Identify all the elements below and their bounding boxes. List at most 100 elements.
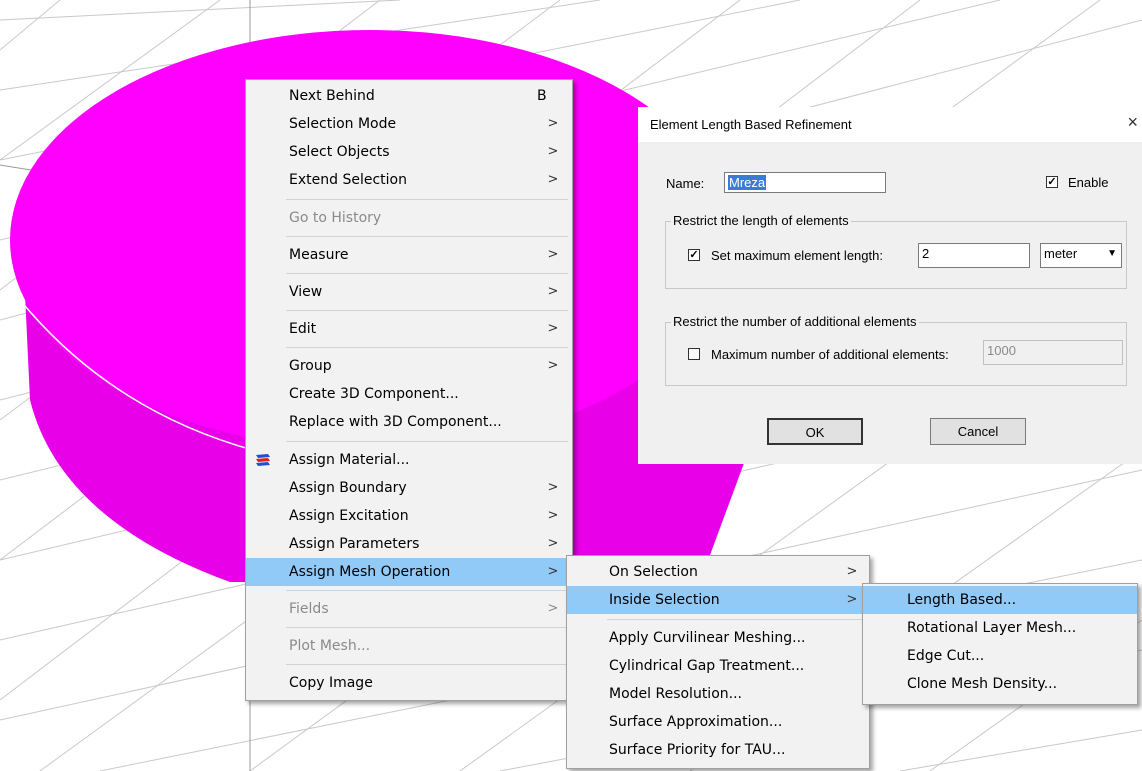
cancel-button[interactable]: Cancel xyxy=(930,418,1026,445)
ok-button[interactable]: OK xyxy=(767,418,863,445)
menu-item-accelerator: B xyxy=(537,88,547,104)
max-number-input[interactable]: 1000 xyxy=(983,340,1123,365)
menu-separator xyxy=(286,199,568,200)
menu-separator xyxy=(286,627,568,628)
dialog-title-bar: Element Length Based Refinement × xyxy=(638,107,1142,142)
menu-item-label: View xyxy=(289,284,323,300)
menu-item-clone-mesh-density[interactable]: Clone Mesh Density... xyxy=(863,670,1137,698)
menu-item-model-resolution[interactable]: Model Resolution... xyxy=(567,680,869,708)
menu-item-label: Fields xyxy=(289,601,329,617)
menu-item-create-3d-component[interactable]: Create 3D Component... xyxy=(246,380,572,408)
menu-separator xyxy=(286,273,568,274)
menu-item-edge-cut[interactable]: Edge Cut... xyxy=(863,642,1137,670)
menu-item-label: Model Resolution... xyxy=(609,686,742,702)
menu-item-label: Assign Material... xyxy=(289,452,410,468)
submenu-arrow-icon: > xyxy=(547,536,559,551)
submenu-arrow-icon: > xyxy=(547,601,559,616)
set-max-length-label: Set maximum element length: xyxy=(711,248,883,263)
menu-item-view[interactable]: View > xyxy=(246,278,572,306)
submenu-arrow-icon: > xyxy=(547,508,559,523)
submenu-arrow-icon: > xyxy=(547,284,559,299)
menu-item-label: Length Based... xyxy=(907,592,1017,608)
enable-label: Enable xyxy=(1068,175,1109,190)
menu-item-assign-parameters[interactable]: Assign Parameters > xyxy=(246,530,572,558)
inside-selection-submenu: Length Based... Rotational Layer Mesh...… xyxy=(862,583,1138,705)
name-input[interactable]: Mreza xyxy=(724,172,886,193)
menu-item-label: Edge Cut... xyxy=(907,648,985,664)
menu-item-edit[interactable]: Edit > xyxy=(246,315,572,343)
menu-item-extend-selection[interactable]: Extend Selection > xyxy=(246,166,572,194)
length-group-title: Restrict the length of elements xyxy=(671,213,851,228)
menu-item-label: Group xyxy=(289,358,332,374)
name-input-value: Mreza xyxy=(728,175,767,190)
menu-item-label: Extend Selection xyxy=(289,172,407,188)
menu-item-measure[interactable]: Measure > xyxy=(246,241,572,269)
menu-separator xyxy=(286,236,568,237)
max-length-input[interactable]: 2 xyxy=(918,243,1030,268)
menu-separator xyxy=(286,590,568,591)
material-icon xyxy=(256,454,270,466)
menu-item-label: Plot Mesh... xyxy=(289,638,371,654)
chevron-down-icon: ▼ xyxy=(1107,248,1117,259)
submenu-arrow-icon: > xyxy=(547,564,559,579)
menu-item-copy-image[interactable]: Copy Image xyxy=(246,669,572,697)
menu-item-label: Assign Parameters xyxy=(289,536,420,552)
menu-item-label: Assign Mesh Operation xyxy=(289,564,451,580)
menu-item-label: Clone Mesh Density... xyxy=(907,676,1058,692)
set-max-length-checkbox[interactable]: ✓ xyxy=(688,249,700,261)
menu-item-apply-curvilinear-meshing[interactable]: Apply Curvilinear Meshing... xyxy=(567,624,869,652)
menu-item-rotational-layer-mesh[interactable]: Rotational Layer Mesh... xyxy=(863,614,1137,642)
menu-item-label: Inside Selection xyxy=(609,592,720,608)
mesh-operation-submenu: On Selection > Inside Selection > Apply Cu… xyxy=(566,555,870,769)
menu-item-selection-mode[interactable]: Selection Mode > xyxy=(246,110,572,138)
menu-item-surface-approximation[interactable]: Surface Approximation... xyxy=(567,708,869,736)
menu-item-label: Assign Excitation xyxy=(289,508,409,524)
max-number-checkbox[interactable] xyxy=(688,348,700,360)
submenu-arrow-icon: > xyxy=(547,172,559,187)
submenu-arrow-icon: > xyxy=(547,247,559,262)
menu-item-label: Select Objects xyxy=(289,144,390,160)
submenu-arrow-icon: > xyxy=(846,592,858,607)
menu-item-label: Measure xyxy=(289,247,349,263)
menu-item-label: Copy Image xyxy=(289,675,373,691)
submenu-arrow-icon: > xyxy=(547,480,559,495)
menu-item-next-behind[interactable]: Next Behind B xyxy=(246,82,572,110)
menu-item-label: Create 3D Component... xyxy=(289,386,459,402)
menu-separator xyxy=(286,664,568,665)
menu-item-surface-priority-for-tau[interactable]: Surface Priority for TAU... xyxy=(567,736,869,764)
menu-item-label: Replace with 3D Component... xyxy=(289,414,502,430)
menu-item-label: Cylindrical Gap Treatment... xyxy=(609,658,805,674)
menu-item-group[interactable]: Group > xyxy=(246,352,572,380)
submenu-arrow-icon: > xyxy=(547,321,559,336)
menu-item-label: Edit xyxy=(289,321,317,337)
unit-select[interactable]: meter ▼ xyxy=(1040,243,1122,268)
enable-checkbox[interactable]: ✓ xyxy=(1046,176,1058,188)
menu-item-assign-boundary[interactable]: Assign Boundary > xyxy=(246,474,572,502)
close-icon[interactable]: × xyxy=(1127,112,1138,133)
submenu-arrow-icon: > xyxy=(547,358,559,373)
menu-item-assign-mesh-operation[interactable]: Assign Mesh Operation > xyxy=(246,558,572,586)
name-label: Name: xyxy=(666,176,705,191)
menu-item-go-to-history[interactable]: Go to History xyxy=(246,204,572,232)
menu-item-label: Next Behind xyxy=(289,88,375,104)
max-number-label: Maximum number of additional elements: xyxy=(711,347,949,362)
unit-select-value: meter xyxy=(1044,246,1078,261)
menu-item-length-based[interactable]: Length Based... xyxy=(863,586,1137,614)
menu-item-assign-excitation[interactable]: Assign Excitation > xyxy=(246,502,572,530)
menu-item-plot-mesh[interactable]: Plot Mesh... xyxy=(246,632,572,660)
menu-item-replace-with-3d-component[interactable]: Replace with 3D Component... xyxy=(246,408,572,436)
menu-item-on-selection[interactable]: On Selection > xyxy=(567,558,869,586)
menu-item-assign-material[interactable]: Assign Material... xyxy=(246,446,572,474)
dialog-title: Element Length Based Refinement xyxy=(650,117,852,132)
menu-separator xyxy=(286,347,568,348)
element-length-refinement-dialog: Element Length Based Refinement × Name: … xyxy=(638,107,1142,464)
menu-item-cylindrical-gap-treatment[interactable]: Cylindrical Gap Treatment... xyxy=(567,652,869,680)
context-menu: Next Behind B Selection Mode > Select Obje… xyxy=(245,79,573,701)
menu-item-inside-selection[interactable]: Inside Selection > xyxy=(567,586,869,614)
menu-item-label: Rotational Layer Mesh... xyxy=(907,620,1077,636)
menu-item-label: Assign Boundary xyxy=(289,480,407,496)
menu-item-select-objects[interactable]: Select Objects > xyxy=(246,138,572,166)
menu-separator xyxy=(607,619,865,620)
menu-separator xyxy=(286,310,568,311)
menu-item-fields[interactable]: Fields > xyxy=(246,595,572,623)
